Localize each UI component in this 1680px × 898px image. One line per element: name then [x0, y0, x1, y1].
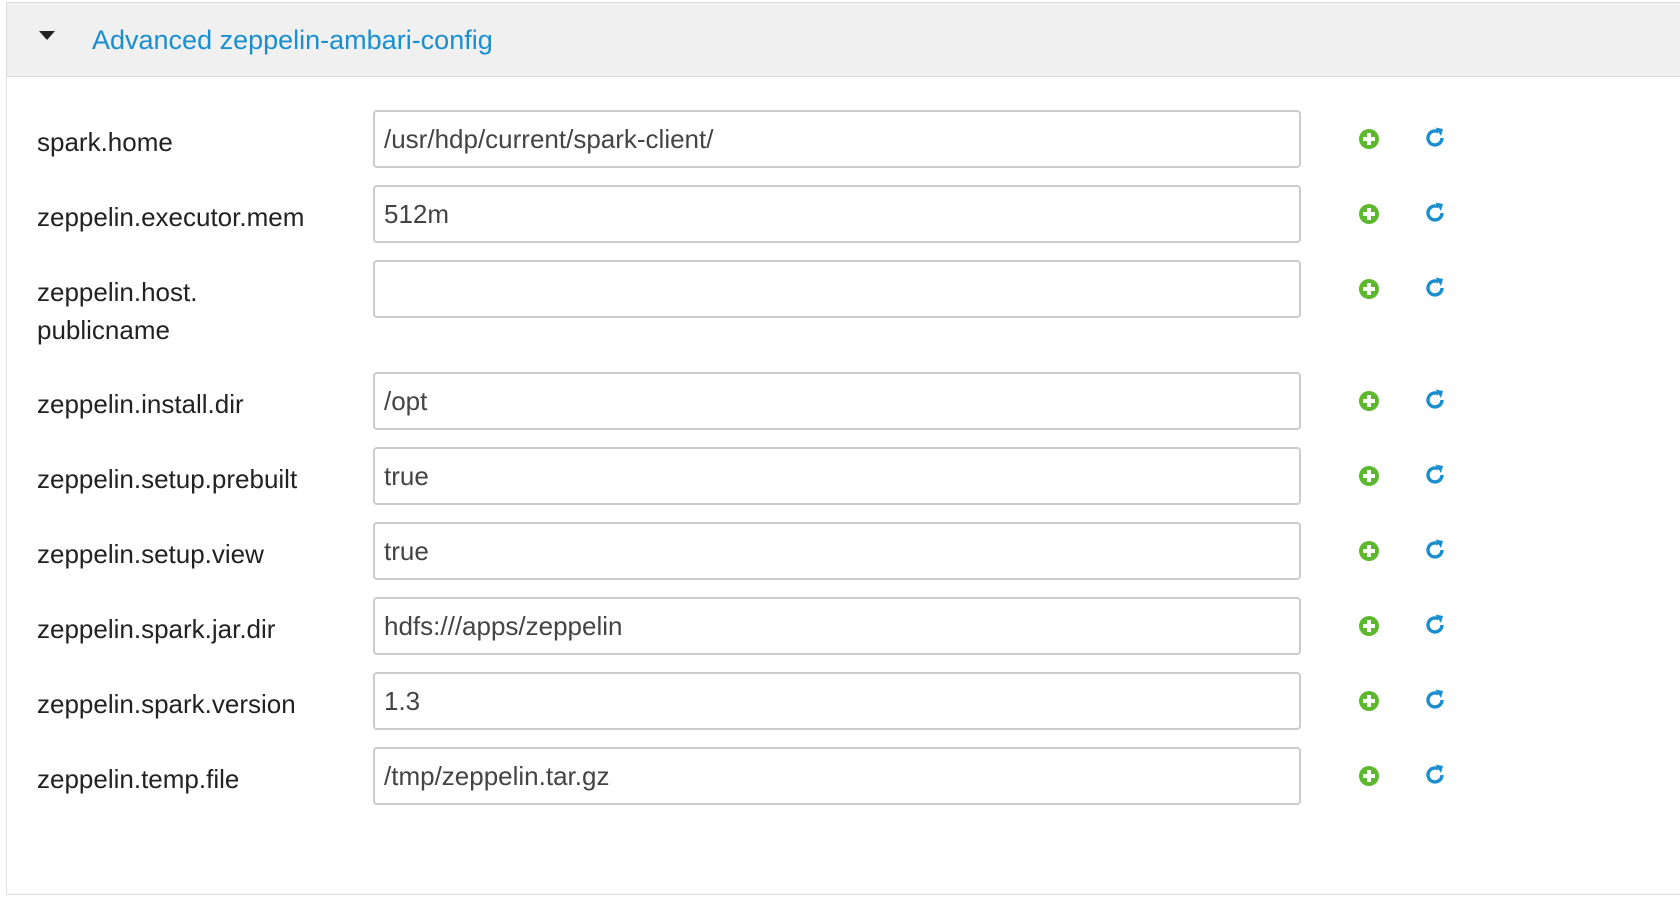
refresh-icon[interactable]: [1423, 538, 1447, 562]
refresh-icon[interactable]: [1423, 688, 1447, 712]
refresh-icon[interactable]: [1423, 388, 1447, 412]
plus-circle-icon[interactable]: [1357, 689, 1381, 713]
caret-down-icon[interactable]: [39, 31, 55, 40]
refresh-icon[interactable]: [1423, 613, 1447, 637]
refresh-icon[interactable]: [1423, 201, 1447, 225]
property-row: zeppelin.executor.mem: [7, 185, 1680, 245]
refresh-icon[interactable]: [1423, 763, 1447, 787]
plus-circle-icon[interactable]: [1357, 202, 1381, 226]
property-label: spark.home: [37, 127, 173, 157]
property-value-input[interactable]: [373, 447, 1301, 505]
plus-circle-icon[interactable]: [1357, 464, 1381, 488]
property-row: zeppelin.temp.file: [7, 747, 1680, 807]
property-value-input[interactable]: [373, 185, 1301, 243]
property-row: zeppelin.spark.jar.dir: [7, 597, 1680, 657]
plus-circle-icon[interactable]: [1357, 277, 1381, 301]
plus-circle-icon[interactable]: [1357, 539, 1381, 563]
property-label: zeppelin.host. publicname: [37, 277, 198, 345]
plus-circle-icon[interactable]: [1357, 614, 1381, 638]
property-value-input[interactable]: [373, 372, 1301, 430]
refresh-icon[interactable]: [1423, 463, 1447, 487]
property-row: zeppelin.setup.view: [7, 522, 1680, 582]
property-value-input[interactable]: [373, 110, 1301, 168]
property-row: zeppelin.spark.version: [7, 672, 1680, 732]
plus-circle-icon[interactable]: [1357, 764, 1381, 788]
property-value-input[interactable]: [373, 522, 1301, 580]
property-row: spark.home: [7, 110, 1680, 170]
property-value-input[interactable]: [373, 597, 1301, 655]
plus-circle-icon[interactable]: [1357, 389, 1381, 413]
property-row: zeppelin.host. publicname: [7, 260, 1680, 360]
property-label: zeppelin.spark.version: [37, 689, 296, 719]
property-value-input[interactable]: [373, 747, 1301, 805]
property-label: zeppelin.setup.prebuilt: [37, 464, 298, 494]
property-row: zeppelin.setup.prebuilt: [7, 447, 1680, 507]
refresh-icon[interactable]: [1423, 276, 1447, 300]
property-row: zeppelin.install.dir: [7, 372, 1680, 432]
property-label: zeppelin.spark.jar.dir: [37, 614, 276, 644]
plus-circle-icon[interactable]: [1357, 127, 1381, 151]
property-value-input[interactable]: [373, 260, 1301, 318]
section-header[interactable]: Advanced zeppelin-ambari-config: [7, 3, 1680, 77]
refresh-icon[interactable]: [1423, 126, 1447, 150]
section-title-link[interactable]: Advanced zeppelin-ambari-config: [92, 25, 493, 56]
property-label: zeppelin.temp.file: [37, 764, 240, 794]
config-section-panel: Advanced zeppelin-ambari-config spark.ho…: [6, 2, 1680, 895]
property-label: zeppelin.install.dir: [37, 389, 244, 419]
property-value-input[interactable]: [373, 672, 1301, 730]
property-label: zeppelin.setup.view: [37, 539, 264, 569]
property-label: zeppelin.executor.mem: [37, 202, 305, 232]
